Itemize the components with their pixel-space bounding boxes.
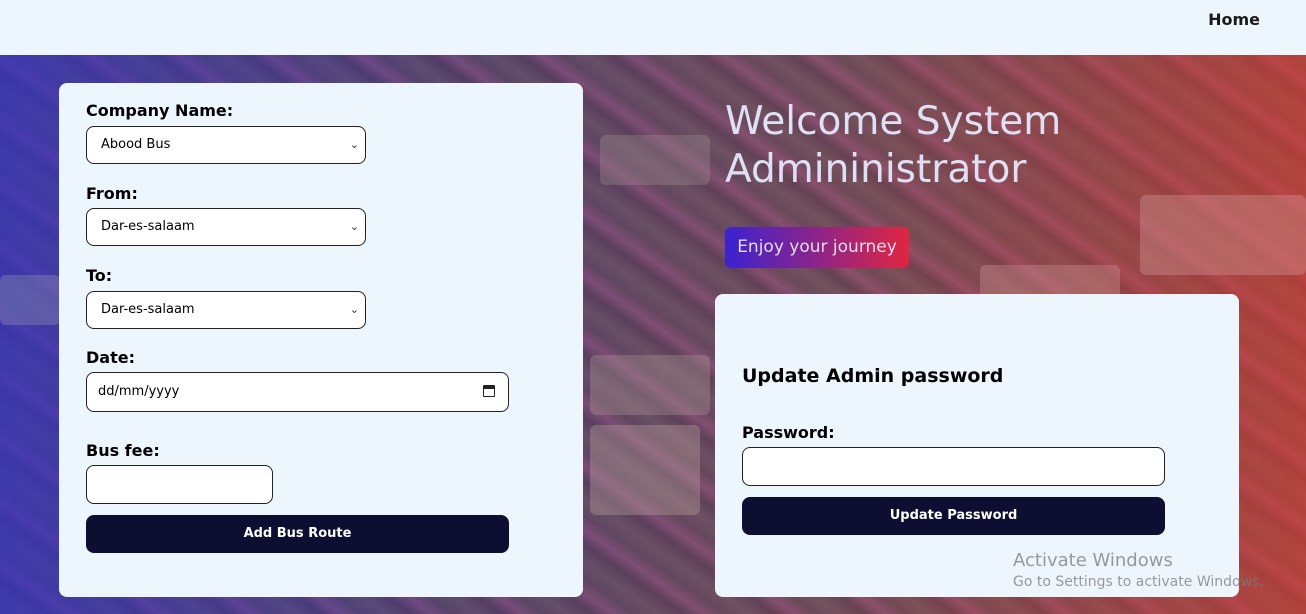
journey-tagline: Enjoy your journey — [725, 227, 909, 268]
bus-fee-input[interactable] — [86, 465, 273, 504]
chevron-down-icon: ⌄ — [349, 303, 359, 316]
calendar-icon[interactable] — [483, 385, 495, 397]
chevron-down-icon: ⌄ — [349, 138, 359, 151]
from-value: Dar-es-salaam — [101, 219, 195, 234]
date-input[interactable]: dd/mm/yyyy — [86, 372, 509, 412]
bus-fee-label: Bus fee: — [86, 441, 160, 460]
home-link[interactable]: Home — [1208, 10, 1260, 29]
company-name-value: Abood Bus — [101, 137, 171, 152]
to-select[interactable]: Dar-es-salaam ⌄ — [86, 291, 366, 329]
chevron-down-icon: ⌄ — [349, 220, 359, 233]
add-route-card: Company Name: Abood Bus ⌄ From: Dar-es-s… — [59, 83, 583, 597]
password-input[interactable] — [742, 447, 1165, 486]
company-name-label: Company Name: — [86, 101, 234, 120]
to-value: Dar-es-salaam — [101, 302, 195, 317]
date-label: Date: — [86, 348, 135, 367]
watermark-title: Activate Windows — [1013, 550, 1173, 571]
update-password-title: Update Admin password — [742, 365, 1004, 387]
watermark-subtitle: Go to Settings to activate Windows. — [1013, 574, 1264, 590]
to-label: To: — [86, 266, 113, 285]
from-label: From: — [86, 184, 138, 203]
password-label: Password: — [742, 423, 835, 442]
top-navbar: Home — [0, 0, 1306, 55]
welcome-heading: Welcome System Admininistrator — [725, 98, 1145, 194]
welcome-line-2: Admininistrator — [725, 147, 1027, 192]
company-name-select[interactable]: Abood Bus ⌄ — [86, 126, 366, 164]
update-password-button[interactable]: Update Password — [742, 497, 1165, 535]
date-placeholder: dd/mm/yyyy — [98, 384, 180, 399]
windows-activation-watermark: Activate Windows Go to Settings to activ… — [1013, 550, 1264, 592]
add-bus-route-button[interactable]: Add Bus Route — [86, 515, 509, 553]
welcome-line-1: Welcome System — [725, 99, 1062, 144]
from-select[interactable]: Dar-es-salaam ⌄ — [86, 208, 366, 246]
